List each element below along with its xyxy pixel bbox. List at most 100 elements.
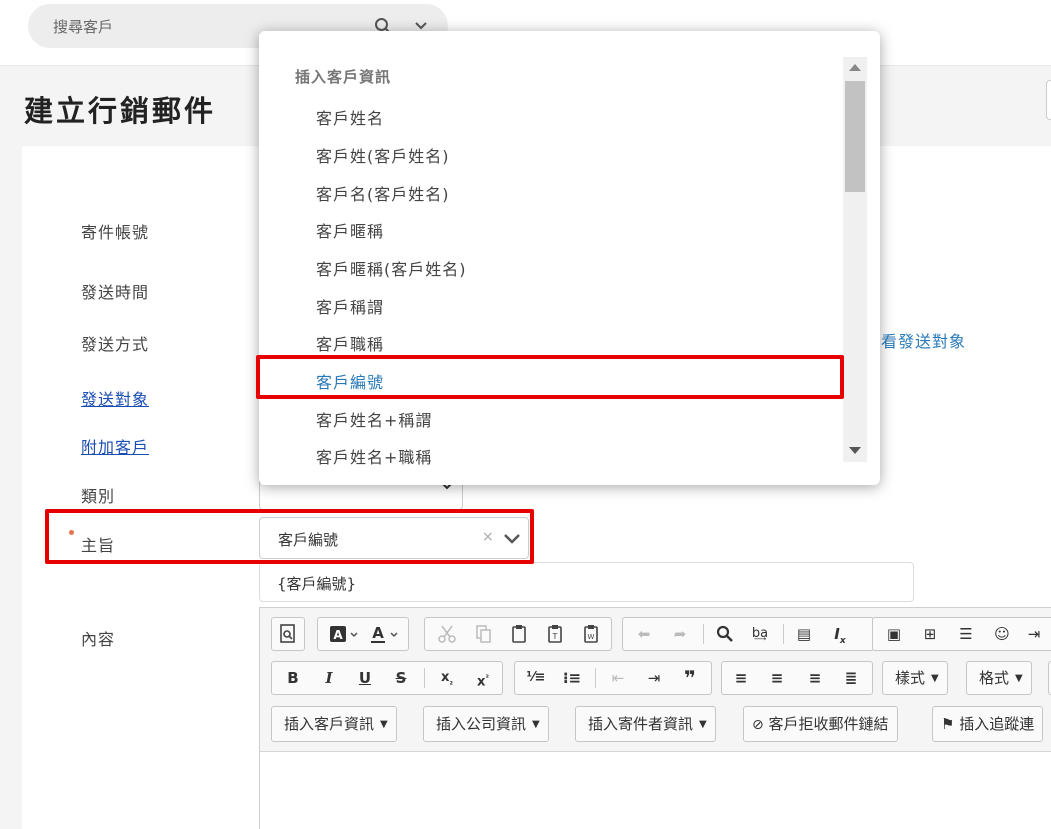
caret-down-icon: ▼ (699, 718, 707, 730)
scroll-down-icon[interactable] (849, 447, 861, 454)
image-icon[interactable]: ▣ (877, 618, 911, 650)
svg-text:T: T (552, 632, 558, 641)
paste-icon[interactable] (503, 618, 535, 650)
select-all-icon[interactable]: ▤ (789, 618, 819, 650)
underline-button[interactable]: U (348, 662, 382, 694)
subject-highlight-box (45, 509, 534, 564)
numbered-list-icon[interactable]: ⅟≡ (519, 662, 553, 694)
text-color-icon: A (371, 624, 398, 643)
dropdown-item-customer-nickname[interactable]: 客戶暱稱 (316, 218, 384, 242)
editor-toolbar: A A T W ⬅ ➦ b͢a ▤ Ix ▣ ⊞ ☰ ☺ ⇥ B I U S x… (260, 608, 1051, 752)
format-dropdown[interactable]: 格式 ▼ (966, 661, 1032, 695)
remove-format-icon[interactable]: Ix (825, 618, 855, 650)
indent-icon[interactable]: ⇥ (637, 662, 671, 694)
subject-input[interactable]: {客戶編號} (259, 562, 914, 602)
unsubscribe-link-button[interactable]: ⊘ 客戶拒收郵件鏈結 (743, 706, 898, 742)
insert-company-info-button[interactable]: 插入公司資訊 ▼ (423, 706, 549, 742)
svg-text:A: A (372, 624, 384, 642)
cut-icon[interactable] (431, 618, 463, 650)
send-method-label: 發送方式 (81, 335, 150, 354)
bg-color-button[interactable]: A (326, 618, 366, 650)
justify-icon[interactable]: ≣ (834, 662, 868, 694)
dropdown-item-customer-surname[interactable]: 客戶姓(客戶姓名) (316, 143, 450, 167)
insert-sender-info-label: 插入寄件者資訊 (588, 715, 694, 733)
dropdown-item-customer-job-title[interactable]: 客戶職稱 (316, 331, 384, 355)
subject-preview-text: {客戶編號} (277, 575, 357, 593)
dropdown-item-nickname-with-name[interactable]: 客戶暱稱(客戶姓名) (316, 256, 467, 280)
table-icon[interactable]: ⊞ (913, 618, 947, 650)
insert-customer-info-label: 插入客戶資訊 (284, 715, 375, 733)
redo-icon[interactable]: ➦ (665, 618, 695, 650)
dropdown-item-name-job-title[interactable]: 客戶姓名+職稱 (316, 444, 432, 468)
toolbar-separator (703, 624, 704, 644)
dropdown-item-name-salutation[interactable]: 客戶姓名+稱謂 (316, 407, 432, 431)
edit-group: ⬅ ➦ b͢a ▤ Ix (622, 617, 874, 651)
page-title: 建立行銷郵件 (24, 94, 217, 128)
caret-down-icon: ▼ (931, 672, 939, 684)
preview-icon (280, 624, 295, 643)
clipboard-group: T W (424, 617, 612, 651)
align-left-icon[interactable]: ≡ (724, 662, 758, 694)
format-label: 格式 (979, 669, 1010, 687)
scroll-up-icon[interactable] (849, 64, 861, 71)
svg-text:A: A (333, 628, 343, 642)
undo-icon[interactable]: ⬅ (629, 618, 659, 650)
dropdown-item-customer-salutation[interactable]: 客戶稱謂 (316, 294, 384, 318)
dropdown-scrollbar[interactable] (843, 57, 867, 462)
paste-text-icon[interactable]: T (539, 618, 571, 650)
search-input[interactable]: 搜尋客戶 (53, 16, 113, 37)
dropdown-item-customer-given-name[interactable]: 客戶名(客戶姓名) (316, 181, 450, 205)
insert-customer-info-button[interactable]: 插入客戶資訊 ▼ (271, 706, 397, 742)
strike-button[interactable]: S (384, 662, 418, 694)
recipients-link[interactable]: 發送對象 (81, 386, 149, 410)
outdent-icon[interactable]: ⇤ (601, 662, 635, 694)
dropdown-item-customer-name[interactable]: 客戶姓名 (316, 105, 384, 129)
insert-group: ▣ ⊞ ☰ ☺ ⇥ (872, 617, 1051, 651)
color-group: A A (317, 617, 409, 651)
find-icon[interactable] (709, 618, 741, 650)
send-time-label: 發送時間 (81, 283, 150, 302)
insert-company-info-label: 插入公司資訊 (436, 715, 527, 733)
svg-text:W: W (588, 633, 595, 641)
subscript-icon[interactable]: x₂ (430, 662, 464, 694)
align-right-icon[interactable]: ≡ (798, 662, 832, 694)
insert-customer-info-dropdown[interactable]: 插入客戶資訊 客戶姓名 客戶姓(客戶姓名) 客戶名(客戶姓名) 客戶暱稱 客戶暱… (259, 31, 880, 485)
insert-sender-info-button[interactable]: 插入寄件者資訊 ▼ (575, 706, 716, 742)
page-break-icon[interactable]: ⇥ (1019, 618, 1049, 650)
view-recipients-link[interactable]: 看發送對象 (881, 328, 966, 352)
paste-word-icon[interactable]: W (575, 618, 607, 650)
selected-item-highlight-box (256, 355, 844, 399)
caret-down-icon: ▼ (532, 718, 540, 730)
content-label: 內容 (81, 630, 116, 649)
emoji-icon[interactable]: ☺ (985, 618, 1019, 650)
superscript-icon[interactable]: x² (466, 662, 500, 694)
unsubscribe-icon: ⊘ (752, 717, 764, 733)
horizontal-line-icon[interactable]: ☰ (949, 618, 983, 650)
header-action-button[interactable] (1046, 80, 1051, 120)
text-color-button[interactable]: A (368, 618, 408, 650)
attach-customers-link[interactable]: 附加客戶 (81, 434, 149, 458)
caret-down-icon: ▼ (380, 718, 388, 730)
align-center-icon[interactable]: ≡ (760, 662, 794, 694)
styles-dropdown[interactable]: 樣式 ▼ (882, 661, 948, 695)
italic-button[interactable]: I (312, 662, 346, 694)
content-editor[interactable]: A A T W ⬅ ➦ b͢a ▤ Ix ▣ ⊞ ☰ ☺ ⇥ B I U S x… (259, 607, 1051, 829)
bg-color-icon: A (330, 626, 358, 642)
insert-tracking-label: 插入追蹤連 (959, 715, 1035, 733)
scroll-thumb[interactable] (845, 81, 865, 192)
unsubscribe-link-label: 客戶拒收郵件鏈結 (768, 715, 889, 733)
styles-label: 樣式 (895, 669, 926, 687)
sender-account-label: 寄件帳號 (81, 223, 150, 242)
toolbar-separator (783, 624, 784, 644)
bulleted-list-icon[interactable]: ⁝≡ (555, 662, 589, 694)
flag-icon: ⚑ (941, 715, 955, 733)
replace-icon[interactable]: b͢a (745, 618, 775, 650)
bold-button[interactable]: B (276, 662, 310, 694)
toolbar-separator (424, 668, 425, 688)
preview-button[interactable] (271, 617, 305, 651)
insert-tracking-button[interactable]: ⚑ 插入追蹤連 (932, 706, 1044, 742)
copy-icon[interactable] (467, 618, 499, 650)
caret-down-icon: ▼ (1015, 672, 1023, 684)
blockquote-icon[interactable]: ❞ (673, 662, 707, 694)
toolbar-separator (595, 668, 596, 688)
